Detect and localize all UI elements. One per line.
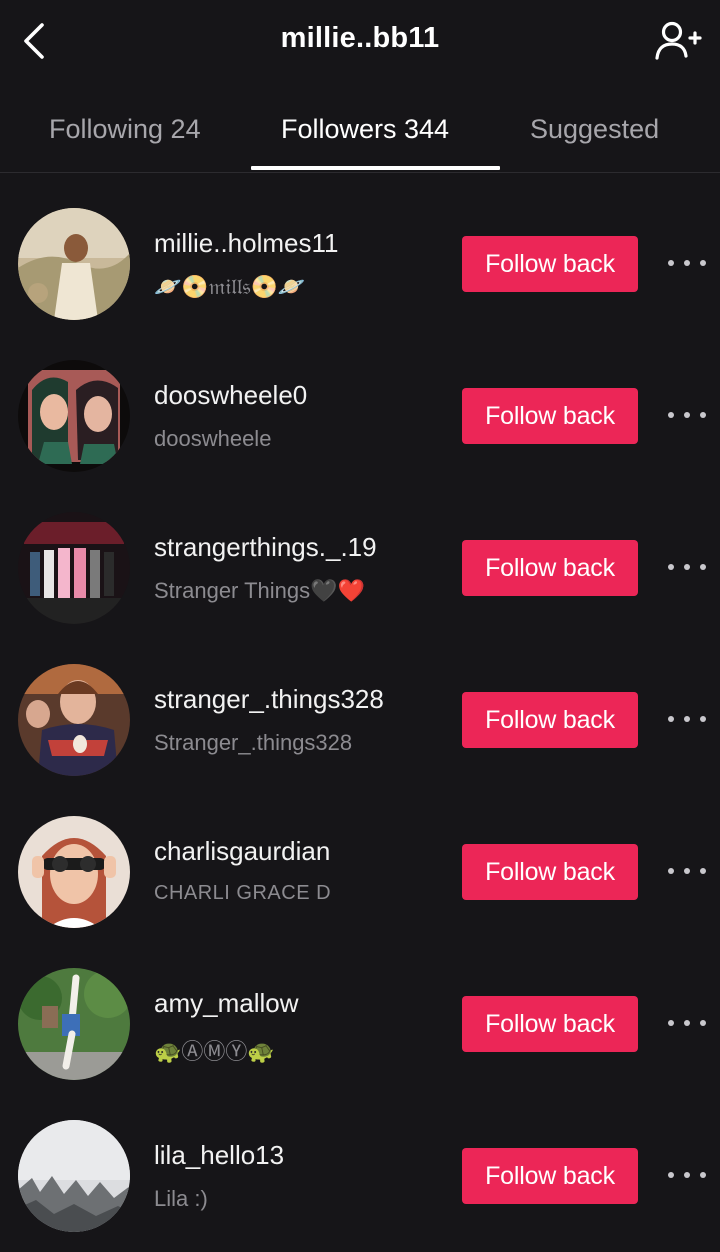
add-friend-button[interactable] (652, 18, 702, 64)
list-item: amy_mallow 🐢ⒶⓂⓎ🐢 Follow back (0, 948, 720, 1100)
avatar[interactable] (18, 968, 130, 1080)
more-options-button[interactable] (668, 704, 706, 734)
tab-following[interactable]: Following 24 (49, 96, 201, 166)
follower-nickname: 🪐📀𝔪𝔦𝔩𝔩𝔰📀🪐 (154, 274, 306, 299)
list-item: stranger_.things328 Stranger_.things328 … (0, 644, 720, 796)
list-item: charlisgaurdian CHARLI GRACE D Follow ba… (0, 796, 720, 948)
list-item: lila_hello13 Lila :) Follow back (0, 1100, 720, 1252)
follower-username[interactable]: amy_mallow (154, 988, 299, 1019)
more-icon (668, 716, 674, 722)
more-options-button[interactable] (668, 400, 706, 430)
more-icon (668, 260, 674, 266)
follow-back-button[interactable]: Follow back (462, 236, 638, 292)
more-options-button[interactable] (668, 856, 706, 886)
more-options-button[interactable] (668, 248, 706, 278)
avatar[interactable] (18, 512, 130, 624)
active-tab-indicator (251, 166, 500, 170)
add-person-icon (655, 21, 702, 60)
more-options-button[interactable] (668, 1008, 706, 1038)
tab-suggested[interactable]: Suggested (530, 96, 659, 166)
follower-nickname: Stranger_.things328 (154, 730, 353, 755)
top-bar: millie..bb11 (0, 0, 720, 84)
more-options-button[interactable] (668, 1160, 706, 1190)
more-icon (668, 1172, 674, 1178)
more-icon (668, 1020, 674, 1026)
follower-nickname: CHARLI GRACE D (154, 882, 332, 904)
list-item: dooswheele0 dooswheele Follow back (0, 340, 720, 492)
follower-username[interactable]: stranger_.things328 (154, 684, 384, 715)
follower-username[interactable]: charlisgaurdian (154, 836, 330, 867)
list-item: millie..holmes11 🪐📀𝔪𝔦𝔩𝔩𝔰📀🪐 Follow back (0, 188, 720, 340)
follow-back-button[interactable]: Follow back (462, 996, 638, 1052)
more-icon (668, 412, 674, 418)
avatar[interactable] (18, 208, 130, 320)
follower-username[interactable]: millie..holmes11 (154, 228, 338, 259)
follower-username[interactable]: lila_hello13 (154, 1140, 284, 1171)
avatar[interactable] (18, 816, 130, 928)
list-item: strangerthings._.19 Stranger Things🖤❤️ F… (0, 492, 720, 644)
avatar[interactable] (18, 1120, 130, 1232)
follow-back-button[interactable]: Follow back (462, 1148, 638, 1204)
tab-followers[interactable]: Followers 344 (281, 96, 449, 166)
avatar[interactable] (18, 360, 130, 472)
follower-nickname: Lila :) (154, 1186, 208, 1211)
more-icon (668, 868, 674, 874)
follower-username[interactable]: dooswheele0 (154, 380, 307, 411)
follow-back-button[interactable]: Follow back (462, 844, 638, 900)
follow-back-button[interactable]: Follow back (462, 388, 638, 444)
follower-nickname: Stranger Things🖤❤️ (154, 578, 365, 603)
more-options-button[interactable] (668, 552, 706, 582)
avatar[interactable] (18, 664, 130, 776)
follow-back-button[interactable]: Follow back (462, 540, 638, 596)
page-title: millie..bb11 (280, 22, 440, 54)
follower-nickname: dooswheele (154, 426, 272, 451)
follower-username[interactable]: strangerthings._.19 (154, 532, 377, 563)
more-icon (668, 564, 674, 570)
follow-back-button[interactable]: Follow back (462, 692, 638, 748)
tab-bar: Following 24 Followers 344 Suggested (0, 96, 720, 173)
follower-nickname: 🐢ⒶⓂⓎ🐢 (154, 1039, 275, 1064)
